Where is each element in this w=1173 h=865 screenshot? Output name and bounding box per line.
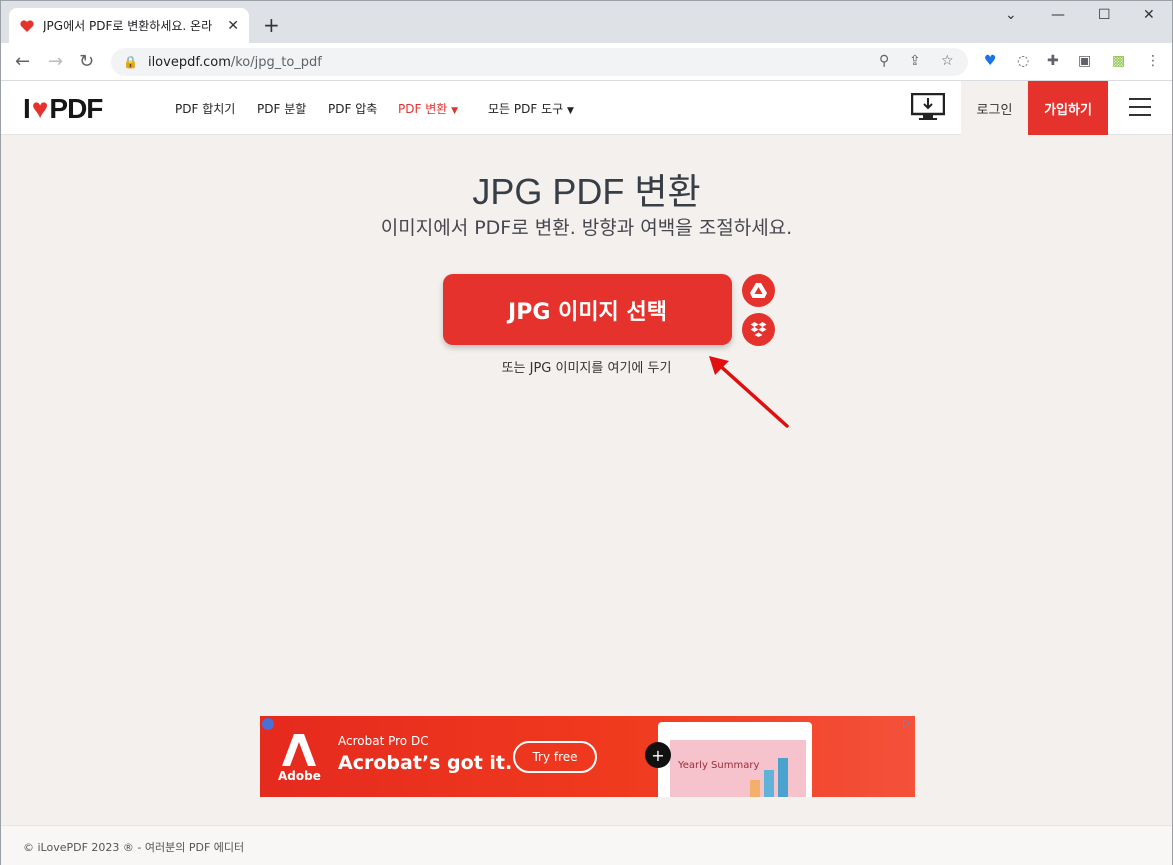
adobe-logo-icon <box>282 734 317 766</box>
red-arrow-annotation <box>709 356 789 428</box>
heart-favicon-icon <box>20 19 34 32</box>
caret-down-icon: ▼ <box>567 106 574 116</box>
ad-try-free-button[interactable]: Try free <box>513 741 597 773</box>
url-text: ilovepdf.com/ko/jpg_to_pdf <box>147 54 322 70</box>
ad-bar-graphic <box>750 758 788 797</box>
nav-convert-label: PDF 변환 <box>398 102 448 116</box>
ad-brand-text: Adobe <box>278 769 321 783</box>
minimize-icon[interactable]: — <box>1051 7 1065 23</box>
window-close-icon[interactable]: ✕ <box>1143 7 1155 23</box>
dropbox-button[interactable] <box>742 313 775 346</box>
desktop-download-icon[interactable] <box>911 93 945 121</box>
nav-compress-pdf[interactable]: PDF 압축 <box>328 100 377 117</box>
adchoices-icon[interactable]: ▷ <box>903 718 911 729</box>
profile-avatar-icon[interactable]: ▩ <box>1112 53 1125 69</box>
dropbox-icon <box>750 322 767 337</box>
nav-all-tools[interactable]: 모든 PDF 도구 ▼ <box>488 100 574 117</box>
ilovepdf-logo[interactable]: I ♥ PDF <box>23 93 103 125</box>
page-title: JPG PDF 변환 <box>472 171 701 212</box>
browser-menu-icon[interactable]: ⋮ <box>1146 53 1160 69</box>
hamburger-menu-icon[interactable] <box>1129 98 1151 116</box>
ad-product-name: Acrobat Pro DC <box>338 734 429 748</box>
nav-merge-pdf[interactable]: PDF 합치기 <box>175 100 235 117</box>
address-bar[interactable]: 🔒 ilovepdf.com/ko/jpg_to_pdf ⚲ ⇪ ☆ <box>111 48 968 76</box>
tab-close-icon[interactable]: ✕ <box>227 18 239 34</box>
drop-hint-text: 또는 JPG 이미지를 여기에 두기 <box>501 361 672 376</box>
tab-search-icon[interactable]: ⌄ <box>1005 7 1017 23</box>
lock-icon: 🔒 <box>123 55 138 69</box>
maximize-icon[interactable]: ☐ <box>1098 7 1111 23</box>
ad-plus-icon: + <box>645 742 671 768</box>
ad-banner[interactable]: Adobe Acrobat Pro DC Acrobat’s got it. T… <box>260 716 915 797</box>
forward-icon[interactable]: → <box>48 51 63 72</box>
reload-icon[interactable]: ↻ <box>79 51 94 72</box>
adobe-logo: Adobe <box>278 734 321 783</box>
zoom-icon[interactable]: ⚲ <box>879 53 889 69</box>
caret-down-icon: ▼ <box>451 106 459 116</box>
ad-screenshot-panel: Yearly Summary <box>670 740 806 797</box>
browser-toolbar: ← → ↻ 🔒 ilovepdf.com/ko/jpg_to_pdf ⚲ ⇪ ☆… <box>1 43 1172 81</box>
page-subtitle: 이미지에서 PDF로 변환. 방향과 여백을 조절하세요. <box>380 217 793 239</box>
select-jpg-button[interactable]: JPG 이미지 선택 <box>443 274 732 345</box>
nav-split-pdf[interactable]: PDF 분할 <box>257 100 306 117</box>
extensions-puzzle-icon[interactable]: ✚ <box>1047 53 1059 69</box>
logo-text-i: I <box>23 93 31 124</box>
logo-text-pdf: PDF <box>49 93 103 124</box>
bookmark-star-icon[interactable]: ☆ <box>941 53 954 69</box>
tab-title: JPG에서 PDF로 변환하세요. 온라 <box>43 19 213 33</box>
site-footer: © iLovePDF 2023 ® - 여러분의 PDF 에디터 <box>1 825 1172 865</box>
back-icon[interactable]: ← <box>15 51 30 72</box>
nav-all-tools-label: 모든 PDF 도구 <box>488 102 564 116</box>
nav-convert-pdf[interactable]: PDF 변환 ▼ <box>398 100 458 117</box>
ad-product-screenshot: Yearly Summary <box>658 722 812 797</box>
footer-copyright: © iLovePDF 2023 ® - 여러분의 PDF 에디터 <box>23 841 245 854</box>
site-header: I ♥ PDF PDF 합치기 PDF 분할 PDF 압축 PDF 변환 ▼ 모… <box>1 81 1172 135</box>
login-button[interactable]: 로그인 <box>961 81 1028 135</box>
heart-icon: ♥ <box>31 93 49 124</box>
extension-shield-icon[interactable]: ♥ <box>984 53 997 69</box>
ad-info-icon[interactable] <box>262 718 274 730</box>
new-tab-icon[interactable]: + <box>263 13 280 37</box>
ad-tagline: Acrobat’s got it. <box>338 752 513 774</box>
google-drive-icon <box>750 283 767 298</box>
share-icon[interactable]: ⇪ <box>909 53 921 69</box>
extension-mouse-icon[interactable]: ◌ <box>1017 53 1029 69</box>
side-panel-icon[interactable]: ▣ <box>1078 53 1091 69</box>
browser-tabbar: JPG에서 PDF로 변환하세요. 온라 ✕ + ⌄ — ☐ ✕ <box>1 1 1172 43</box>
signup-button[interactable]: 가입하기 <box>1028 81 1108 135</box>
google-drive-button[interactable] <box>742 274 775 307</box>
browser-tab[interactable]: JPG에서 PDF로 변환하세요. 온라 ✕ <box>9 8 249 43</box>
